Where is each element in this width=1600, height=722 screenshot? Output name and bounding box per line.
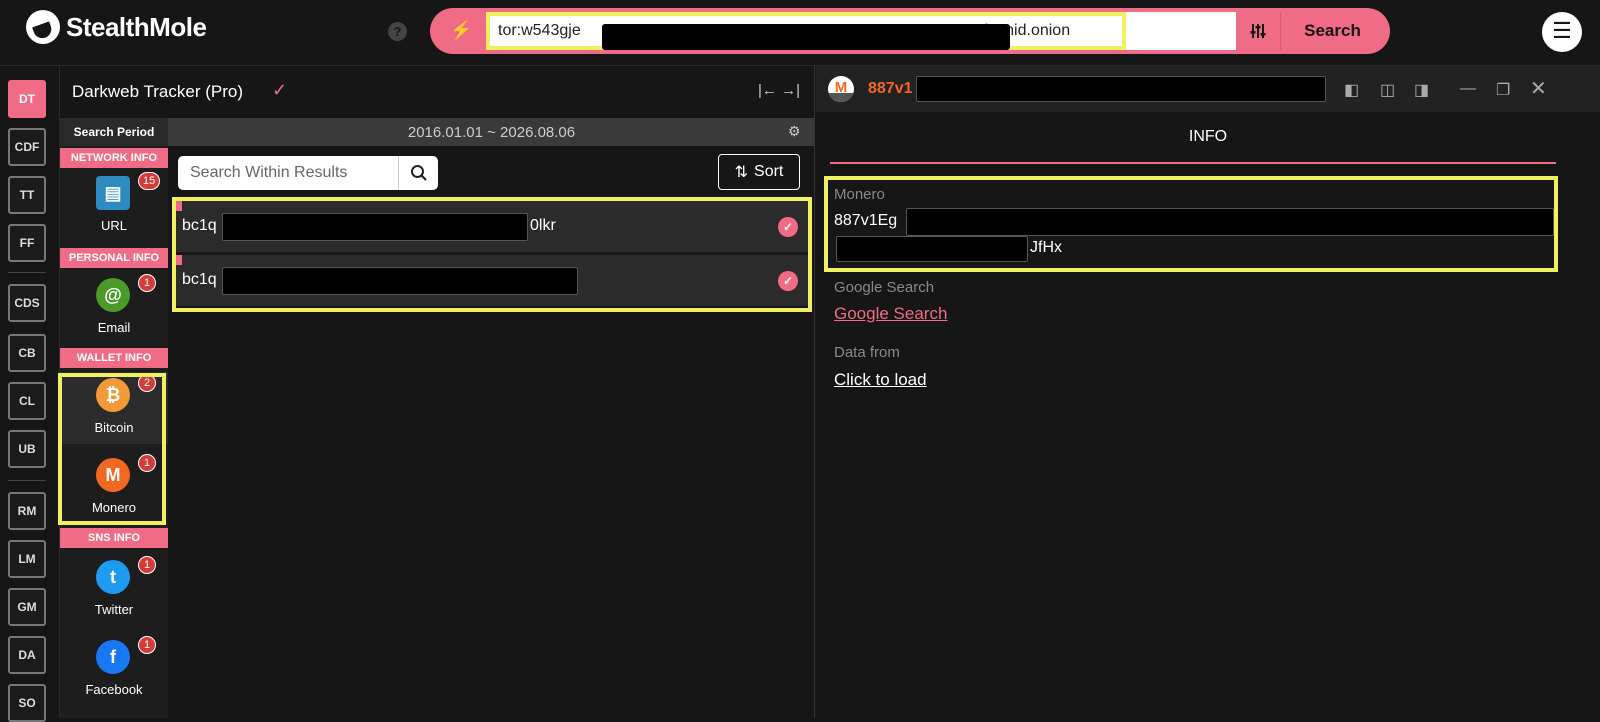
category-item-facebook[interactable]: f 1 Facebook xyxy=(60,634,168,706)
rail-item-so[interactable]: SO xyxy=(8,684,46,722)
query-prefix: tor:w543gje xyxy=(498,22,581,39)
rail-item-cds[interactable]: CDS xyxy=(8,284,46,322)
count-badge: 1 xyxy=(138,274,156,292)
help-icon[interactable]: ? xyxy=(388,22,407,41)
logo-text: StealthMole xyxy=(66,11,207,42)
detail-title: 887v1 xyxy=(868,80,913,97)
rail-divider xyxy=(8,480,46,481)
category-header-sns: SNS INFO xyxy=(60,528,168,548)
click-to-load-link[interactable]: Click to load xyxy=(834,370,927,390)
highlight-box xyxy=(824,176,1558,272)
category-label: URL xyxy=(100,218,127,233)
count-badge: 15 xyxy=(138,172,161,190)
check-icon: ✓ xyxy=(272,80,288,100)
mole-logo-icon xyxy=(26,10,60,44)
rail-item-rm[interactable]: RM xyxy=(8,492,46,530)
layout-split-icon[interactable]: ◫ xyxy=(1380,80,1395,100)
count-badge: 1 xyxy=(138,636,156,654)
rail-item-gm[interactable]: GM xyxy=(8,588,46,626)
rail-item-da[interactable]: DA xyxy=(8,636,46,674)
detail-header: M 887v1 ◧ ◫ ◨ — ❐ ✕ xyxy=(816,66,1600,112)
twitter-icon: t xyxy=(96,560,130,594)
redacted-block xyxy=(916,76,1326,102)
search-period-bar[interactable]: 2016.01.01 ~ 2026.08.06 ⚙ xyxy=(168,118,815,146)
highlight-box xyxy=(58,373,166,525)
search-icon[interactable] xyxy=(398,156,438,190)
category-label: Email xyxy=(97,320,131,335)
detail-panel: M 887v1 ◧ ◫ ◨ — ❐ ✕ INFO Monero 887v1Eg … xyxy=(816,66,1600,718)
rail-item-dt[interactable]: DT xyxy=(8,80,46,118)
category-label: Twitter xyxy=(94,602,134,617)
rail-item-tt[interactable]: TT xyxy=(8,176,46,214)
rail-item-lm[interactable]: LM xyxy=(8,540,46,578)
data-from-label: Data from xyxy=(834,344,900,361)
at-sign-icon: @ xyxy=(96,278,130,312)
redacted-block xyxy=(602,24,1010,50)
restore-icon[interactable]: ❐ xyxy=(1496,80,1510,100)
sort-button[interactable]: ⇅ Sort xyxy=(718,154,800,190)
count-badge: 1 xyxy=(138,556,156,574)
rail-item-cl[interactable]: CL xyxy=(8,382,46,420)
tracker-panel: Darkweb Tracker (Pro) ✓ |← →| Search Per… xyxy=(60,66,815,718)
rail-item-cdf[interactable]: CDF xyxy=(8,128,46,166)
tool-rail: DT CDF TT FF CDS CB CL UB RM LM GM DA SO xyxy=(0,66,60,722)
category-label: Facebook xyxy=(85,682,143,697)
google-search-label: Google Search xyxy=(834,279,935,296)
category-item-twitter[interactable]: t 1 Twitter xyxy=(60,554,168,626)
layout-left-icon[interactable]: ◧ xyxy=(1344,80,1359,100)
settings-sliders-icon[interactable]: ⚙ xyxy=(788,123,801,140)
tab-underline xyxy=(830,162,1556,164)
tab-info[interactable]: INFO xyxy=(816,128,1600,146)
lightning-icon[interactable]: ⚡ xyxy=(450,20,472,41)
top-bar: StealthMole ? ⚡ tor:w543gje kcmid.onion S… xyxy=(0,0,1600,66)
layout-right-icon[interactable]: ◨ xyxy=(1414,80,1429,100)
rail-divider xyxy=(8,272,46,273)
category-header-wallet: WALLET INFO xyxy=(60,348,168,368)
browser-window-icon: ▤ xyxy=(96,176,130,210)
monero-icon: M xyxy=(828,76,854,102)
results-search-input[interactable] xyxy=(178,156,398,190)
category-item-url[interactable]: ▤ 15 URL xyxy=(60,170,168,242)
search-button[interactable]: Search xyxy=(1280,12,1384,50)
category-item-email[interactable]: @ 1 Email xyxy=(60,272,168,344)
panel-title: Darkweb Tracker (Pro) xyxy=(72,82,243,101)
sort-icon: ⇅ xyxy=(734,164,749,181)
search-input-padding[interactable] xyxy=(1126,12,1236,50)
logo[interactable]: StealthMole xyxy=(26,10,207,44)
rail-item-ff[interactable]: FF xyxy=(8,224,46,262)
rail-item-ub[interactable]: UB xyxy=(8,430,46,468)
search-period-label: Search Period xyxy=(60,118,168,146)
rail-item-cb[interactable]: CB xyxy=(8,334,46,372)
period-range: 2016.01.01 ~ 2026.08.06 xyxy=(407,123,576,141)
hamburger-icon[interactable]: ☰ xyxy=(1542,12,1582,52)
category-header-network: NETWORK INFO xyxy=(60,148,168,168)
category-header-personal: PERSONAL INFO xyxy=(60,248,168,268)
google-search-link[interactable]: Google Search xyxy=(834,304,947,324)
close-icon[interactable]: ✕ xyxy=(1530,76,1547,101)
results-search xyxy=(178,156,438,190)
highlight-box xyxy=(172,197,812,312)
sort-label: Sort xyxy=(754,163,784,180)
collapse-expand-icon[interactable]: |← →| xyxy=(758,82,800,99)
minimize-icon[interactable]: — xyxy=(1460,80,1476,98)
facebook-icon: f xyxy=(96,640,130,674)
search-input[interactable]: tor:w543gje kcmid.onion xyxy=(486,12,1126,50)
search-bar: ⚡ tor:w543gje kcmid.onion Search xyxy=(430,8,1390,54)
sliders-icon[interactable] xyxy=(1236,12,1280,50)
